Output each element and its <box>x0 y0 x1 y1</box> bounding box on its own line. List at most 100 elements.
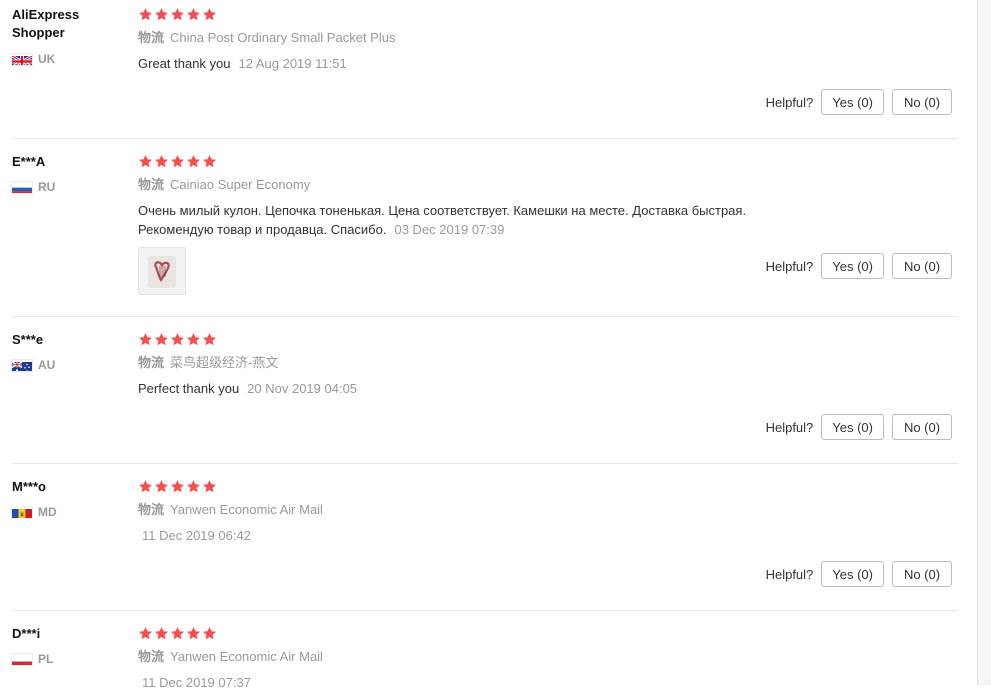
star-icon <box>155 155 168 168</box>
helpful-no-button[interactable]: No (0) <box>892 253 952 279</box>
logistics-method: Cainiao Super Economy <box>170 177 311 192</box>
logistics-info: 物流 Cainiao Super Economy <box>138 176 310 194</box>
helpful-row: Helpful? Yes (0) No (0) <box>766 89 952 115</box>
feedback-date: 12 Aug 2019 11:51 <box>238 56 347 71</box>
helpful-label: Helpful? <box>765 258 814 274</box>
logistics-label: 物流 <box>138 30 165 45</box>
pendant-photo-icon <box>139 248 185 294</box>
rating-stars <box>138 626 217 642</box>
star-icon <box>171 627 184 640</box>
star-icon <box>171 8 184 21</box>
country-code: MD <box>38 505 57 519</box>
logistics-info: 物流 菜鸟超级经济-燕文 <box>138 354 278 372</box>
reviewer-country: UK <box>12 51 55 67</box>
reviewer-country: RU <box>12 179 55 195</box>
star-icon <box>187 333 200 346</box>
feedback-text: Great thank you 12 Aug 2019 11:51 <box>138 54 818 73</box>
helpful-yes-button[interactable]: Yes (0) <box>821 89 884 115</box>
logistics-info: 物流 Yanwen Economic Air Mail <box>138 648 323 666</box>
logistics-info: 物流 China Post Ordinary Small Packet Plus <box>138 29 395 47</box>
star-icon <box>203 8 216 21</box>
review-divider <box>12 610 958 611</box>
feedback-content: Perfect thank you <box>138 381 240 396</box>
helpful-no-button[interactable]: No (0) <box>892 414 952 440</box>
star-icon <box>139 8 152 21</box>
reviewer-name: S***e <box>12 332 44 347</box>
logistics-info: 物流 Yanwen Economic Air Mail <box>138 501 323 519</box>
star-icon <box>139 627 152 640</box>
helpful-yes-button[interactable]: Yes (0) <box>821 561 884 587</box>
helpful-no-button[interactable]: No (0) <box>892 561 952 587</box>
review-divider <box>12 463 958 464</box>
rating-stars <box>138 479 217 495</box>
feedback-text: 11 Dec 2019 07:37 <box>138 673 818 692</box>
reviewer-country: MD <box>12 504 57 520</box>
star-icon <box>155 480 168 493</box>
review-photo-thumbnail[interactable] <box>138 247 186 295</box>
helpful-yes-button[interactable]: Yes (0) <box>821 253 884 279</box>
logistics-label: 物流 <box>138 177 165 192</box>
au-flag-icon <box>12 360 32 371</box>
logistics-method: Yanwen Economic Air Mail <box>170 502 323 517</box>
vertical-scrollbar[interactable] <box>977 0 991 685</box>
star-icon <box>203 480 216 493</box>
reviewer-name: AliExpress Shopper <box>12 7 80 40</box>
ru-flag-icon <box>12 182 32 193</box>
feedback-date: 03 Dec 2019 07:39 <box>394 222 505 237</box>
star-icon <box>203 155 216 168</box>
country-code: RU <box>38 180 56 194</box>
rating-stars <box>138 154 217 170</box>
star-icon <box>187 480 200 493</box>
feedback-text: 11 Dec 2019 06:42 <box>138 526 818 545</box>
logistics-label: 物流 <box>138 502 165 517</box>
reviewer-country: PL <box>12 651 53 667</box>
helpful-label: Helpful? <box>765 566 814 582</box>
helpful-label: Helpful? <box>765 419 814 435</box>
helpful-row: Helpful? Yes (0) No (0) <box>766 253 952 279</box>
uk-flag-icon <box>12 54 32 65</box>
country-code: AU <box>38 358 56 372</box>
helpful-yes-button[interactable]: Yes (0) <box>821 414 884 440</box>
star-icon <box>203 627 216 640</box>
country-code: PL <box>38 652 54 666</box>
star-icon <box>171 155 184 168</box>
logistics-method: Yanwen Economic Air Mail <box>170 649 323 664</box>
md-flag-icon <box>12 507 32 518</box>
helpful-row: Helpful? Yes (0) No (0) <box>766 414 952 440</box>
star-icon <box>203 333 216 346</box>
review-divider <box>12 316 958 317</box>
star-icon <box>187 627 200 640</box>
feedback-date: 11 Dec 2019 07:37 <box>142 675 251 690</box>
rating-stars <box>138 7 217 23</box>
feedback-content: Great thank you <box>138 56 231 71</box>
star-icon <box>139 480 152 493</box>
feedback-text: Perfect thank you 20 Nov 2019 04:05 <box>138 379 818 398</box>
logistics-method: 菜鸟超级经济-燕文 <box>170 355 279 370</box>
star-icon <box>187 8 200 21</box>
star-icon <box>155 8 168 21</box>
reviewer-name: M***o <box>12 479 46 494</box>
logistics-label: 物流 <box>138 649 165 664</box>
star-icon <box>171 333 184 346</box>
reviewer-name: D***i <box>12 626 41 641</box>
review-divider <box>12 138 958 139</box>
reviewer-country: AU <box>12 357 55 373</box>
feedback-text: Очень милый кулон. Цепочка тоненькая. Це… <box>138 201 798 239</box>
logistics-method: China Post Ordinary Small Packet Plus <box>170 30 396 45</box>
feedback-date: 11 Dec 2019 06:42 <box>142 528 251 543</box>
helpful-no-button[interactable]: No (0) <box>892 89 952 115</box>
pl-flag-icon <box>12 654 32 665</box>
feedback-date: 20 Nov 2019 04:05 <box>247 381 358 396</box>
star-icon <box>187 155 200 168</box>
star-icon <box>139 155 152 168</box>
star-icon <box>155 333 168 346</box>
rating-stars <box>138 332 217 348</box>
logistics-label: 物流 <box>138 355 165 370</box>
helpful-row: Helpful? Yes (0) No (0) <box>766 561 952 587</box>
reviewer-name: E***A <box>12 154 46 169</box>
helpful-label: Helpful? <box>765 94 814 110</box>
star-icon <box>139 333 152 346</box>
country-code: UK <box>38 52 56 66</box>
star-icon <box>171 480 184 493</box>
star-icon <box>155 627 168 640</box>
